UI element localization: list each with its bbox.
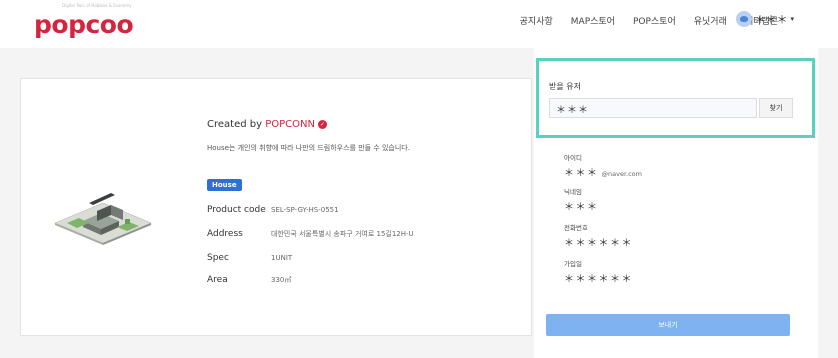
logo-tagline: Digital Twin of Hobbies & Economy: [62, 3, 132, 8]
info-row-area: Area 330㎡: [207, 273, 291, 287]
info-label: Area: [207, 275, 228, 285]
id-domain: @naver.com: [601, 170, 642, 178]
popcorn-logo[interactable]: popcoo: [34, 10, 134, 39]
phone-value: ＊＊＊＊＊＊: [564, 238, 633, 249]
nav-notice[interactable]: 공지사항: [520, 14, 553, 27]
nav-unit-trade[interactable]: 유닛거래: [694, 14, 727, 27]
product-description: House는 개인의 취향에 따라 나만의 드림하우스를 만들 수 있습니다.: [207, 144, 410, 152]
info-row-address: Address 대한민국 서울특별시 송파구 거여로 15길12H-U: [207, 227, 414, 241]
creator-link[interactable]: POPCONN: [265, 119, 315, 130]
house-model-image: [54, 193, 152, 245]
recipient-search-box: 받을 유저 찾기: [536, 58, 815, 138]
top-header: popcoo Digital Twin of Hobbies & Economy…: [0, 0, 838, 48]
phone-label: 전화번호: [564, 224, 588, 232]
verified-check-icon: ✓: [317, 119, 327, 129]
recipient-search-input[interactable]: [549, 98, 757, 118]
info-label: Address: [207, 229, 243, 239]
send-button[interactable]: 보내기: [546, 314, 790, 336]
nickname-value: ＊＊＊: [564, 202, 599, 213]
user-menu[interactable]: ＊＊＊ ▾: [736, 11, 794, 27]
created-by: Created by POPCONN ✓: [207, 119, 327, 130]
info-row-spec: Spec 1UNIT: [207, 251, 292, 265]
info-label: Product code: [207, 205, 266, 215]
info-label: Spec: [207, 253, 229, 263]
recipient-search-row: 찾기: [549, 98, 793, 118]
joined-date-label: 가입일: [564, 260, 582, 268]
info-value: 1UNIT: [271, 254, 293, 262]
avatar-icon: [736, 11, 753, 27]
joined-date-value: ＊＊＊＊＊＊: [564, 274, 633, 285]
user-name: ＊＊＊: [754, 13, 788, 26]
info-value: 대한민국 서울특별시 송파구 거여로 15길12H-U: [271, 230, 414, 238]
find-button[interactable]: 찾기: [759, 98, 793, 118]
info-value: 330㎡: [271, 276, 292, 284]
info-row-product-code: Product code SEL-SP-GY-HS-0551: [207, 203, 339, 217]
id-value: ＊＊＊: [564, 168, 599, 179]
category-badge: House: [207, 179, 242, 191]
info-value: SEL-SP-GY-HS-0551: [271, 206, 339, 214]
id-label: 아이디: [564, 154, 582, 162]
recipient-label: 받을 유저: [549, 82, 581, 91]
nav-map-store[interactable]: MAP스토어: [571, 14, 615, 27]
nickname-label: 닉네임: [564, 188, 582, 196]
caret-down-icon: ▾: [790, 15, 794, 23]
id-value-row: ＊＊＊ @naver.com: [564, 164, 642, 179]
nav-pop-store[interactable]: POP스토어: [633, 14, 676, 27]
product-card: Created by POPCONN ✓ House는 개인의 취향에 따라 나만…: [20, 78, 532, 336]
created-by-prefix: Created by: [207, 119, 266, 130]
